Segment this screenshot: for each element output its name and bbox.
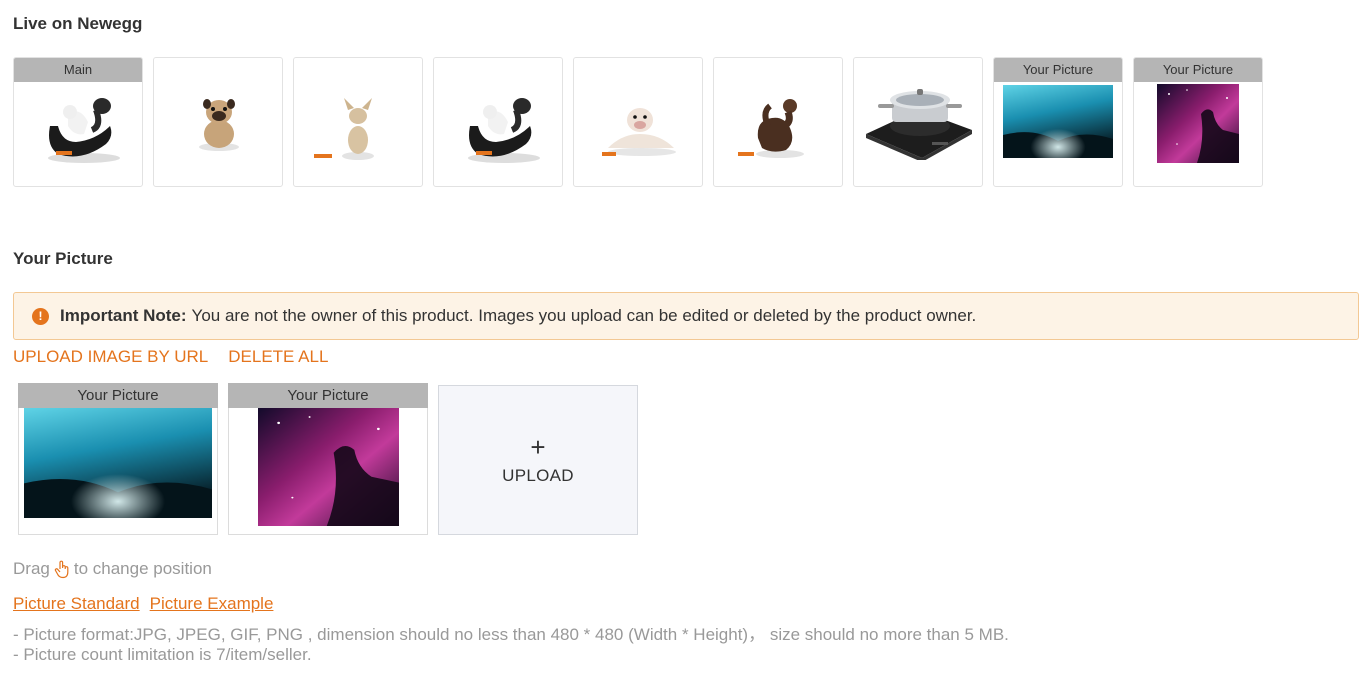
plus-icon: + (530, 432, 546, 462)
dog-stretch-image (468, 98, 540, 163)
requirement-count: - Picture count limitation is 7/item/sel… (13, 645, 312, 664)
uploaded-picture-card[interactable]: Your Picture (18, 383, 218, 535)
card-tag: Your Picture (228, 383, 428, 408)
uploaded-pictures: Your Picture Your Picture + UPLOAD (18, 383, 638, 535)
live-thumb-7[interactable] (853, 57, 983, 187)
picture-help-links: Picture Standard Picture Example (13, 594, 273, 614)
live-thumb-2[interactable] (153, 57, 283, 187)
live-thumb-4[interactable] (433, 57, 563, 187)
live-thumb-main[interactable]: Main (13, 57, 143, 187)
upload-by-url-link[interactable]: UPLOAD IMAGE BY URL (13, 347, 208, 367)
info-icon: ! (32, 307, 49, 325)
cooktop-pot-image (866, 89, 972, 160)
note-label: Important Note: (60, 306, 187, 325)
brown-dog-image (738, 99, 804, 158)
important-note-banner: ! Important Note: You are not the owner … (13, 292, 1359, 340)
thumb-tag-main: Main (14, 58, 142, 82)
requirement-format: - Picture format:JPG, JPEG, GIF, PNG , d… (13, 625, 1009, 644)
dog-stretch-image (48, 98, 120, 163)
live-thumb-3[interactable] (293, 57, 423, 187)
drag-hint-suffix: to change position (73, 559, 212, 578)
nebula-image (258, 408, 399, 526)
bulldog-image (602, 108, 676, 156)
image-actions: UPLOAD IMAGE BY URL DELETE ALL (13, 347, 328, 367)
drag-hint: Drag to change position (13, 559, 212, 579)
nebula-image (1157, 84, 1239, 163)
your-picture-section-title: Your Picture (13, 249, 113, 268)
hand-pointer-icon (54, 560, 69, 578)
thumb-tag-your-picture: Your Picture (994, 58, 1122, 82)
ice-cave-image (24, 408, 212, 518)
live-thumbnails: Main Your Picture Your Picture (13, 57, 1263, 187)
thumb-tag-your-picture: Your Picture (1134, 58, 1262, 82)
upload-label: UPLOAD (502, 466, 574, 485)
chihuahua-image (314, 98, 374, 160)
delete-all-link[interactable]: DELETE ALL (228, 347, 328, 367)
ice-cave-image (1003, 85, 1113, 158)
picture-standard-link[interactable]: Picture Standard (13, 594, 140, 614)
note-text: You are not the owner of this product. I… (191, 306, 977, 325)
live-section-title: Live on Newegg (13, 14, 143, 33)
picture-example-link[interactable]: Picture Example (150, 594, 274, 614)
live-thumb-8[interactable]: Your Picture (993, 57, 1123, 187)
upload-button[interactable]: + UPLOAD (438, 385, 638, 535)
pug-image (199, 99, 239, 151)
drag-hint-prefix: Drag (13, 559, 50, 578)
card-tag: Your Picture (18, 383, 218, 408)
live-thumb-6[interactable] (713, 57, 843, 187)
uploaded-picture-card[interactable]: Your Picture (228, 383, 428, 535)
live-thumb-9[interactable]: Your Picture (1133, 57, 1263, 187)
live-thumb-5[interactable] (573, 57, 703, 187)
